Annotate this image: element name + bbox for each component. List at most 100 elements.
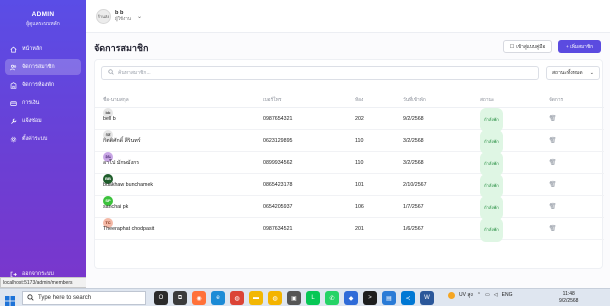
- weather-icon[interactable]: [448, 291, 455, 299]
- sidebar-item-home[interactable]: หน้าหลัก: [5, 41, 81, 57]
- user-menu[interactable]: ร้านส่ง b b ผู้ใช้งาน ⌄: [96, 9, 142, 24]
- sidebar-nav: หน้าหลัก จัดการสมาชิก จัดการห้องพัก การเ…: [0, 41, 86, 147]
- member-room: 106: [355, 204, 364, 210]
- table-row[interactable]: กส กิตติศักดิ์ สีรินทร์ 0623129895 110 3/2/2…: [95, 130, 604, 154]
- member-checkin-date: 3/2/2568: [403, 160, 424, 166]
- users-icon: [10, 64, 17, 71]
- line-icon[interactable]: L: [306, 291, 320, 305]
- member-phone: 0865423178: [263, 182, 293, 188]
- add-member-button[interactable]: + เพิ่มสมาชิก: [558, 40, 601, 53]
- member-checkin-date: 1/7/2567: [403, 204, 424, 210]
- member-phone: 0654205937: [263, 204, 293, 210]
- sidebar-item-repair[interactable]: แจ้งซ่อม: [5, 113, 81, 129]
- table-row[interactable]: TC Theeraphat chodpasit 0987634521 201 1/6/2…: [95, 218, 604, 242]
- gear-icon: [10, 136, 17, 143]
- cortana-icon[interactable]: O: [154, 291, 168, 305]
- table-row[interactable]: อน อาโป มักษมังกร 0899934562 110 3/2/2568 กำล…: [95, 152, 604, 176]
- table-row[interactable]: SP sanchai pk 0654205937 106 1/7/2567 กำลังพั…: [95, 196, 604, 220]
- member-phone: 0899934562: [263, 160, 293, 166]
- trash-icon[interactable]: 🗑︎: [549, 108, 557, 130]
- member-room: 101: [355, 182, 364, 188]
- sidebar: ADMIN ผู้ดูแลระบบหลัก หน้าหลัก จัดการสมา…: [0, 0, 86, 288]
- word-icon[interactable]: W: [420, 291, 434, 305]
- sidebar-item-label: การเงิน: [22, 100, 40, 106]
- camera-icon[interactable]: ▣: [287, 291, 301, 305]
- status-badge: กำลังพัก: [480, 218, 503, 242]
- weather-label[interactable]: UV สูง: [459, 291, 473, 299]
- member-room: 201: [355, 226, 364, 232]
- column-header-status: สถานะ: [480, 98, 495, 103]
- status-badge: กำลังพัก: [480, 196, 503, 220]
- chevron-up-icon[interactable]: ⌃: [477, 292, 481, 298]
- task-view-icon[interactable]: ⧉: [173, 291, 187, 305]
- clock-date: 9/2/2568: [559, 298, 579, 304]
- sidebar-item-label: แจ้งซ่อม: [22, 118, 42, 124]
- app-blue-icon[interactable]: ◆: [344, 291, 358, 305]
- sidebar-item-settings[interactable]: ตั้งค่าระบบ: [5, 131, 81, 147]
- column-header-actions: จัดการ: [549, 98, 564, 103]
- edge-icon[interactable]: e: [211, 291, 225, 305]
- vscode-icon[interactable]: ≺: [401, 291, 415, 305]
- column-header-date: วันที่เข้าพัก: [403, 98, 426, 103]
- manual-button-label: เข้าสู่แบบคู่มือ: [516, 44, 546, 50]
- member-checkin-date: 1/6/2567: [403, 226, 424, 232]
- member-name: Theeraphat chodpasit: [103, 226, 155, 232]
- chrome-alt-icon[interactable]: ◍: [268, 291, 282, 305]
- image-icon[interactable]: ▤: [382, 291, 396, 305]
- member-phone: 0987634521: [263, 226, 293, 232]
- status-badge: กำลังพัก: [480, 152, 503, 176]
- sidebar-item-label: ตั้งค่าระบบ: [22, 136, 48, 142]
- whatsapp-icon[interactable]: ✆: [325, 291, 339, 305]
- member-room: 202: [355, 116, 364, 122]
- sidebar-item-label: จัดการสมาชิก: [22, 64, 55, 70]
- system-tray: UV สูง ⌃ ▭ ◁ ENG: [448, 291, 512, 299]
- sidebar-title: ADMIN: [31, 11, 55, 18]
- member-checkin-date: 9/2/2568: [403, 116, 424, 122]
- member-phone: 0623129895: [263, 138, 293, 144]
- sidebar-item-finance[interactable]: การเงิน: [5, 95, 81, 111]
- status-filter-value: สถานะทั้งหมด: [552, 70, 583, 76]
- avatar: ร้านส่ง: [96, 9, 111, 24]
- windows-start-icon[interactable]: [5, 293, 15, 306]
- search-input[interactable]: ค้นหาสมาชิก...: [101, 66, 539, 80]
- search-icon: [27, 293, 34, 303]
- windows-taskbar: Type here to search O ⧉ ◉ e ◍ ▬ ◍ ▣ L ✆ ◆ > ▤ ≺ W UV ส…: [0, 288, 610, 306]
- trash-icon[interactable]: 🗑︎: [549, 174, 557, 196]
- trash-icon[interactable]: 🗑︎: [549, 196, 557, 218]
- language-indicator[interactable]: ENG: [502, 292, 513, 298]
- trash-icon[interactable]: 🗑︎: [549, 152, 557, 174]
- table-row[interactable]: bb bell b 0987654321 202 9/2/2568 กำลังพัก ✎ 🗑︎: [95, 108, 604, 132]
- top-header: ร้านส่ง b b ผู้ใช้งาน ⌄: [86, 0, 610, 33]
- trash-icon[interactable]: 🗑︎: [549, 130, 557, 152]
- status-badge: กำลังพัก: [480, 108, 503, 132]
- add-member-label: + เพิ่มสมาชิก: [565, 44, 594, 50]
- room-icon: [10, 81, 17, 89]
- manual-button[interactable]: ☐ เข้าสู่แบบคู่มือ: [503, 40, 552, 53]
- status-filter-select[interactable]: สถานะทั้งหมด ⌄: [546, 66, 600, 80]
- member-room: 110: [355, 160, 364, 166]
- taskbar-search-input[interactable]: Type here to search: [22, 291, 146, 305]
- page-title: จัดการสมาชิก: [94, 43, 149, 53]
- clock-time: 11:48: [562, 291, 575, 297]
- member-checkin-date: 3/2/2568: [403, 138, 424, 144]
- column-header-room: ห้อง: [355, 98, 364, 103]
- sidebar-item-members[interactable]: จัดการสมาชิก: [5, 59, 81, 75]
- volume-icon[interactable]: ◁: [494, 292, 498, 298]
- chrome-icon[interactable]: ◍: [230, 291, 244, 305]
- wallet-icon: [10, 100, 17, 107]
- status-badge: กำลังพัก: [480, 174, 503, 198]
- table-row[interactable]: BB buakhaw bunchamek 0865423178 101 2/10/256…: [95, 174, 604, 198]
- taskbar-clock[interactable]: 11:48 9/2/2568: [559, 291, 578, 305]
- trash-icon[interactable]: 🗑︎: [549, 218, 557, 240]
- network-icon[interactable]: ▭: [485, 292, 490, 298]
- sidebar-brand: ADMIN ผู้ดูแลระบบหลัก: [0, 0, 86, 28]
- file-explorer-icon[interactable]: ▬: [249, 291, 263, 305]
- firefox-icon[interactable]: ◉: [192, 291, 206, 305]
- terminal-icon[interactable]: >: [363, 291, 377, 305]
- search-placeholder: ค้นหาสมาชิก...: [118, 70, 151, 76]
- sidebar-item-rooms[interactable]: จัดการห้องพัก: [5, 77, 81, 93]
- chevron-down-icon: ⌄: [589, 70, 594, 76]
- user-role: ผู้ใช้งาน: [115, 16, 132, 22]
- member-checkin-date: 2/10/2567: [403, 182, 427, 188]
- members-card: ค้นหาสมาชิก... สถานะทั้งหมด ⌄ ชื่อ-นามสก…: [94, 59, 604, 269]
